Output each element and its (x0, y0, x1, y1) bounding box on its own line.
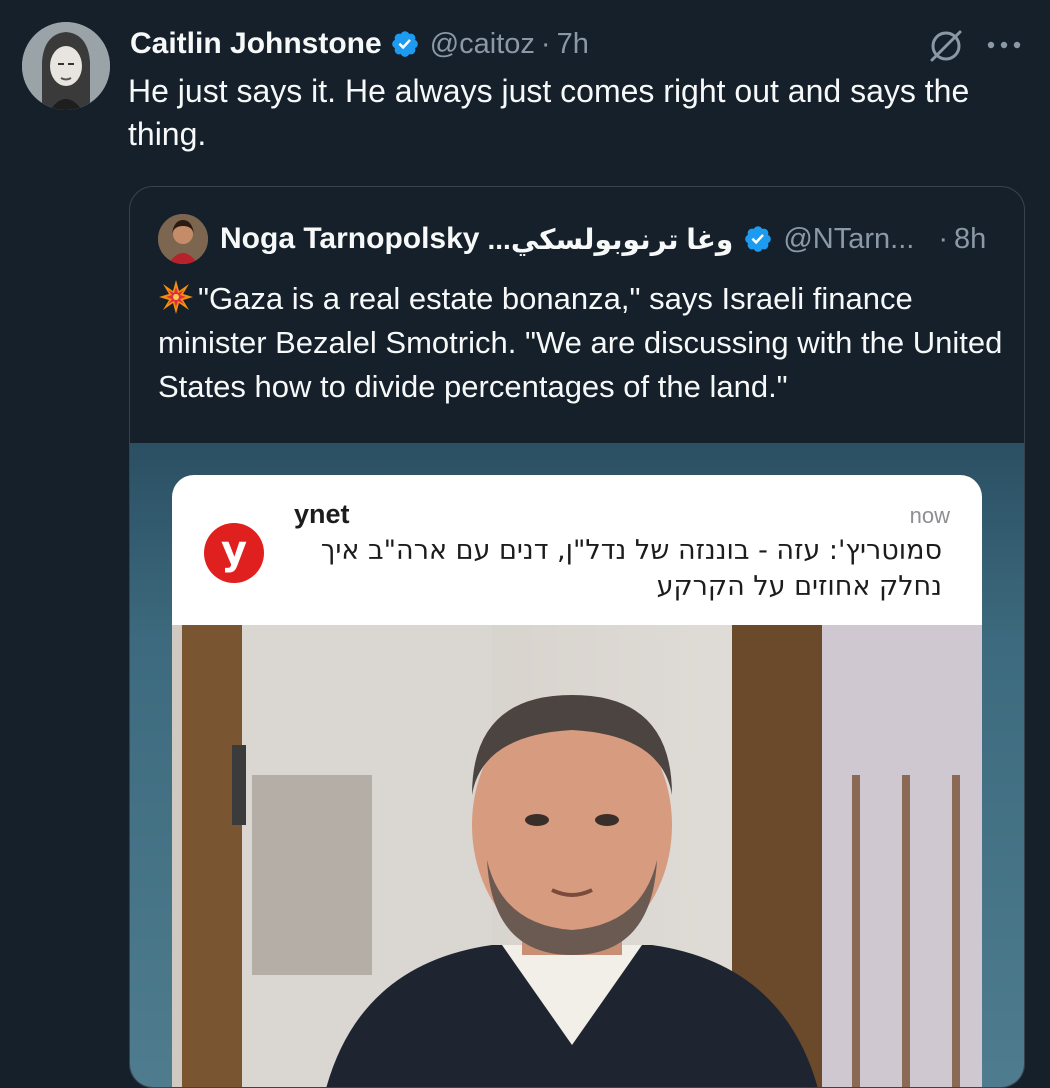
quoted-author-display-name-arabic[interactable]: ...وغا ترنوبولسكي (487, 223, 733, 256)
author-handle[interactable]: @caitoz (430, 28, 535, 61)
author-avatar-image (22, 22, 110, 110)
author-display-name[interactable]: Caitlin Johnstone (130, 27, 382, 61)
quoted-author-avatar[interactable] (158, 214, 208, 264)
notification-body: סמוטריץ': עזה - בוננזה של נדל"ן, דנים עם… (320, 535, 942, 602)
more-options-icon[interactable] (985, 35, 1023, 60)
tweet-text: He just says it. He always just comes ri… (128, 73, 970, 152)
quoted-separator-dot: · (938, 222, 948, 255)
notification-app-name: ynet (294, 499, 350, 529)
collision-emoji-icon (158, 279, 194, 315)
quoted-tweet-media[interactable]: y ynet now סמוטריץ': עזה - בוננזה של נדל… (130, 443, 1024, 1087)
smotrich-photo (172, 625, 982, 1087)
notification-time: now (909, 503, 950, 528)
quoted-verified-badge-icon (743, 224, 773, 254)
quoted-author-display-name[interactable]: Noga Tarnopolsky (220, 222, 479, 256)
tweet-timestamp[interactable]: 7h (557, 28, 589, 61)
grok-icon[interactable] (926, 26, 966, 71)
ynet-notification-card: y ynet now סמוטריץ': עזה - בוננזה של נדל… (172, 475, 982, 625)
quoted-author-handle[interactable]: @NTarn... (783, 223, 914, 256)
separator-dot: · (540, 27, 551, 60)
quoted-tweet-header: Noga Tarnopolsky ...وغا ترنوبولسكي @NTar… (158, 214, 986, 264)
ynet-logo-icon: y (204, 523, 264, 583)
quoted-tweet-text: "Gaza is a real estate bonanza," says Is… (158, 281, 1003, 404)
author-avatar[interactable] (22, 22, 110, 110)
quoted-tweet-text-container: "Gaza is a real estate bonanza," says Is… (158, 277, 1008, 409)
verified-badge-icon[interactable] (390, 29, 420, 59)
tweet-header: Caitlin Johnstone @caitoz · 7h (130, 22, 589, 66)
quoted-tweet[interactable]: Noga Tarnopolsky ...وغا ترنوبولسكي @NTar… (129, 186, 1025, 1088)
quoted-tweet-timestamp[interactable]: 8h (954, 223, 986, 256)
